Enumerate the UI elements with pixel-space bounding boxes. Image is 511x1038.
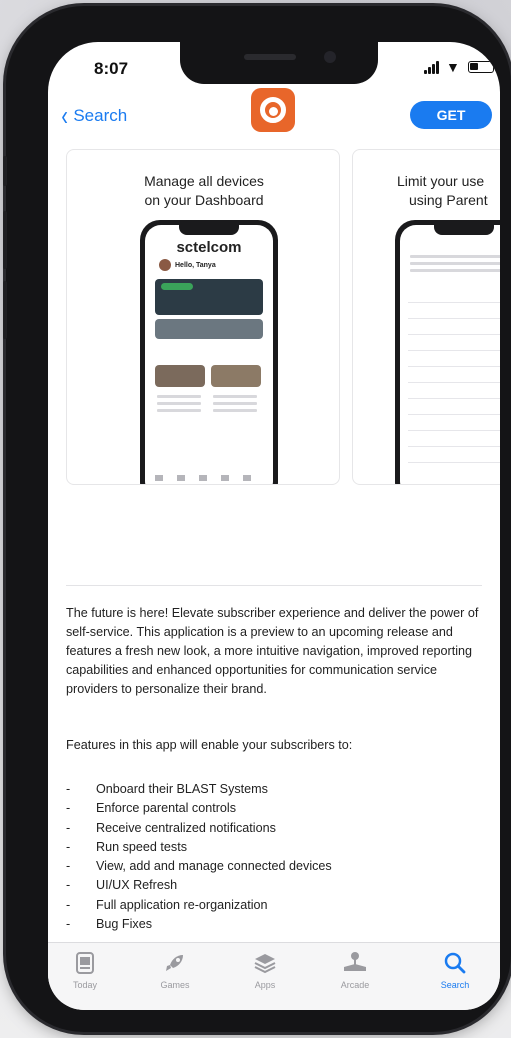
feature-text: Run speed tests — [96, 839, 188, 854]
signal-bar — [436, 61, 439, 74]
device-mockup-screen: sctelcom Hello, Tanya — [145, 225, 273, 484]
screen: 8:07 ▼ ‹ Search GET Manage all devices o… — [48, 42, 500, 1010]
device-mockup: sctelcom Hello, Tanya — [140, 220, 278, 484]
screenshot-card[interactable]: Limit your use using Parent — [352, 149, 500, 485]
feature-text: Bug Fixes — [96, 917, 152, 932]
feature-text: Receive centralized notifications — [96, 820, 276, 835]
volume-up-button — [3, 211, 7, 269]
signal-icon — [424, 70, 427, 74]
feature-text: UI/UX Refresh — [96, 878, 178, 893]
avatar — [159, 259, 171, 271]
tab-label: Apps — [254, 980, 276, 990]
signal-bar — [428, 67, 431, 74]
text-lines — [157, 395, 201, 416]
device-mockup-screen — [400, 225, 500, 484]
tab-search[interactable]: Search — [420, 949, 490, 990]
list-item: - UI/UX Refresh — [66, 876, 486, 895]
app-icon — [251, 88, 295, 132]
back-label: Search — [73, 106, 128, 125]
bullet: - — [66, 820, 71, 835]
feature-text: View, add and manage connected devices — [96, 859, 332, 874]
settings-list — [408, 287, 500, 477]
feature-list: - Onboard their BLAST Systems - Enforce pa… — [66, 780, 486, 934]
list-item: - Onboard their BLAST Systems — [66, 780, 486, 799]
bullet: - — [66, 859, 71, 874]
mute-switch — [3, 156, 7, 186]
tab-bar: Today Games Apps Arcade Search — [48, 942, 500, 1010]
screenshot-card[interactable]: Manage all devices on your Dashboard sct… — [66, 149, 340, 485]
bullet: - — [66, 917, 71, 932]
caption-line: using Parent — [409, 192, 488, 208]
device-mockup — [395, 220, 500, 484]
list-item: - Full application re-organization — [66, 896, 486, 915]
rocket-icon — [166, 955, 183, 971]
tab-games[interactable]: Games — [140, 949, 210, 990]
search-icon — [444, 952, 466, 974]
brand-name: sctelcom — [176, 239, 242, 256]
back-button[interactable]: ‹ Search — [60, 102, 127, 130]
layers-icon — [254, 954, 276, 974]
app-description: The future is here! Elevate subscriber e… — [66, 606, 479, 696]
wifi-icon: ▼ — [446, 59, 460, 75]
volume-down-button — [3, 281, 7, 339]
tab-today[interactable]: Today — [50, 949, 120, 990]
status-chip — [161, 283, 193, 290]
feature-text: Onboard their BLAST Systems — [96, 782, 268, 796]
tab-label: Arcade — [340, 980, 370, 990]
features-intro: Features in this app will enable your su… — [66, 738, 353, 752]
bullet: - — [66, 897, 71, 912]
tab-label: Search — [440, 980, 470, 990]
list-item: - Enforce parental controls — [66, 799, 486, 818]
greeting-text: Hello, Tanya — [175, 261, 216, 269]
get-button[interactable]: GET — [410, 101, 492, 129]
speaker — [244, 54, 296, 60]
content-tile — [155, 365, 205, 387]
notch — [180, 42, 378, 84]
text-lines — [213, 395, 257, 416]
tab-arcade[interactable]: Arcade — [320, 949, 390, 990]
list-item: - Run speed tests — [66, 838, 486, 857]
list-item: - View, add and manage connected devices — [66, 857, 486, 876]
bullet: - — [66, 782, 71, 796]
signal-bar — [432, 64, 435, 74]
mockup-notch — [179, 225, 239, 235]
content-tile — [211, 365, 261, 387]
feature-text: Enforce parental controls — [96, 801, 237, 816]
today-icon — [76, 952, 94, 974]
bullet: - — [66, 839, 71, 854]
status-icons: ▼ — [424, 60, 496, 74]
tab-apps[interactable]: Apps — [230, 949, 300, 990]
caption-line: Manage all devices — [144, 173, 264, 189]
screenshot-caption: Limit your use using Parent — [387, 172, 500, 210]
phone-frame: 8:07 ▼ ‹ Search GET Manage all devices o… — [3, 6, 511, 1032]
greeting: Hello, Tanya — [159, 259, 216, 271]
feature-text: Full application re-organization — [96, 897, 268, 912]
bullet: - — [66, 878, 71, 893]
screenshot-caption: Manage all devices on your Dashboard — [67, 172, 339, 210]
mockup-notch — [434, 225, 494, 235]
tab-label: Games — [160, 980, 190, 990]
app-logo-dot — [269, 107, 278, 116]
caption-line: on your Dashboard — [144, 192, 264, 208]
status-time: 8:07 — [94, 59, 129, 78]
chevron-left-icon: ‹ — [61, 100, 68, 131]
divider — [66, 585, 482, 586]
list-item: - Bug Fixes — [66, 915, 486, 934]
camera — [324, 51, 336, 63]
map-tile — [155, 319, 263, 339]
text-lines — [410, 255, 500, 276]
caption-line: Limit your use — [397, 173, 485, 189]
battery-level — [470, 63, 478, 70]
list-item: - Receive centralized notifications — [66, 819, 486, 838]
joystick-icon — [344, 952, 366, 971]
battery-icon — [468, 61, 494, 73]
mockup-tab-bar — [155, 475, 263, 481]
tab-label: Today — [72, 980, 98, 990]
bullet: - — [66, 801, 71, 816]
